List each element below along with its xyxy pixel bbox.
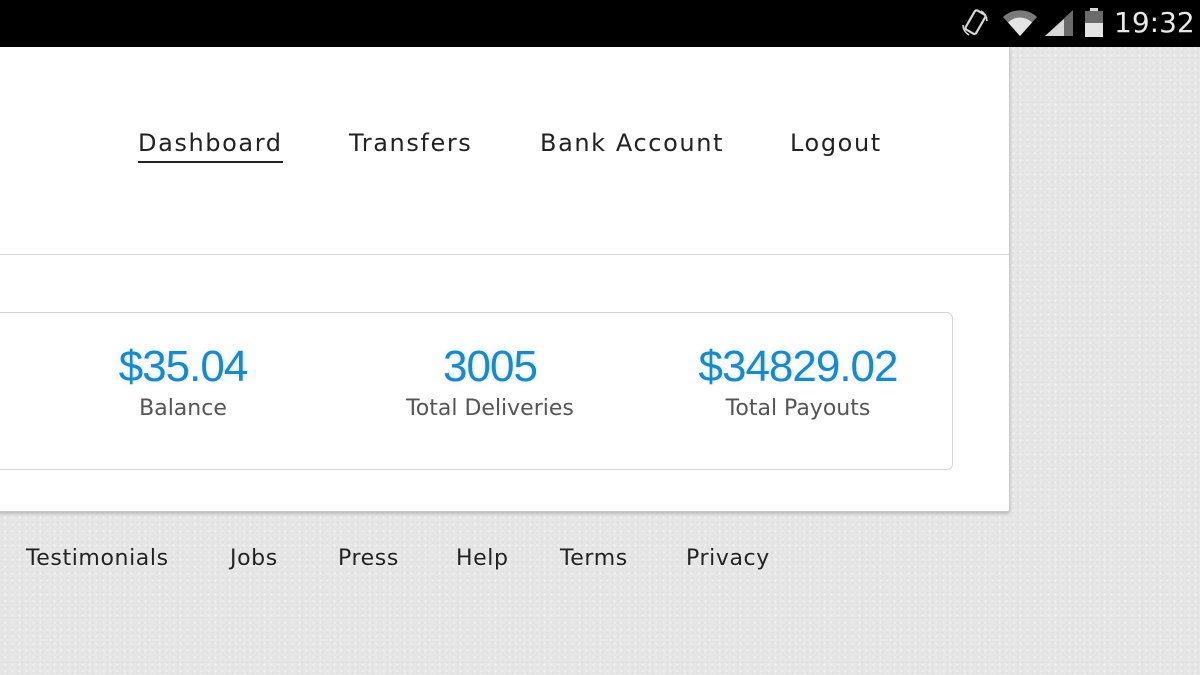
stat-label: Total Deliveries [406, 396, 574, 421]
stat-value: $34829.02 [698, 342, 899, 391]
footer-link-press[interactable]: Press [338, 543, 399, 575]
header-divider [0, 254, 1009, 255]
footer-link-help[interactable]: Help [456, 543, 509, 575]
wifi-icon [1002, 8, 1038, 38]
footer-link-privacy[interactable]: Privacy [686, 543, 770, 575]
stat-label: Total Payouts [725, 396, 871, 421]
stat-value: $35.04 [118, 342, 249, 391]
nav-bank-account[interactable]: Bank Account [540, 128, 724, 161]
stat-label: Balance [139, 396, 227, 421]
footer-link-terms[interactable]: Terms [560, 543, 628, 575]
nav-dashboard[interactable]: Dashboard [138, 128, 283, 163]
nav-logout[interactable]: Logout [790, 128, 882, 161]
battery-icon [1083, 8, 1105, 38]
nav-transfers[interactable]: Transfers [349, 128, 472, 161]
footer-link-testimonials[interactable]: Testimonials [26, 543, 169, 575]
stat-value: 3005 [443, 342, 538, 391]
footer-link-jobs[interactable]: Jobs [230, 543, 278, 575]
status-bar: 19:32 [0, 0, 1200, 47]
stat-balance: $35.04 Balance [33, 340, 333, 424]
rotate-icon [960, 8, 990, 38]
signal-icon [1044, 8, 1074, 38]
stat-total-payouts: $34829.02 Total Payouts [648, 340, 948, 424]
stat-total-deliveries: 3005 Total Deliveries [340, 340, 640, 424]
status-time: 19:32 [1114, 6, 1195, 39]
